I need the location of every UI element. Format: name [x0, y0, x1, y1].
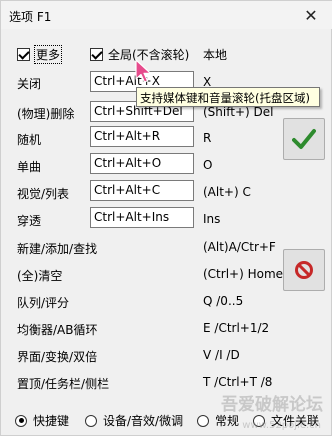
- row-label-random: 随机: [17, 133, 42, 147]
- row-label-single: 单曲: [17, 160, 42, 174]
- radio-hotkeys-label: 快捷键: [33, 414, 70, 428]
- row-label-equalizer-ab: 均衡器/AB循环: [17, 323, 98, 337]
- more-checkbox-label: 更多: [33, 45, 63, 64]
- row-label-passthrough: 穿透: [17, 214, 42, 228]
- local-header: 本地: [203, 48, 228, 62]
- row-label-delete: (物理)删除: [17, 107, 75, 121]
- row-label-new-add-find: 新建/添加/查找: [17, 242, 98, 256]
- mouse-cursor-icon: [135, 59, 152, 83]
- row-value-equalizer-ab: E /Ctrl+1/2: [203, 321, 270, 335]
- hotkey-field-single[interactable]: Ctrl+Alt+O: [90, 153, 194, 174]
- row-label-visual-list: 视觉/列表: [17, 187, 70, 201]
- radio-device-effects-dot[interactable]: [85, 414, 97, 427]
- row-label-queue-rate: 队列/评分: [17, 296, 70, 310]
- row-label-topmost-taskbar-sidebar: 置顶/任务栏/侧栏: [17, 377, 110, 391]
- radio-general-dot[interactable]: [197, 414, 209, 427]
- checkmark-icon: [292, 129, 316, 149]
- ok-button[interactable]: [283, 118, 325, 160]
- row-value-visual-list: (Alt+) C: [203, 185, 251, 199]
- close-icon: ✕: [304, 5, 318, 25]
- title-bar: 选项 F1 ✕: [1, 1, 332, 29]
- hotkey-field-passthrough[interactable]: Ctrl+Alt+Ins: [90, 207, 194, 228]
- options-window: 选项 F1 ✕ 更多 全局(不含滚轮) 本地 关闭 Ctrl+Alt+X X (…: [0, 0, 332, 436]
- row-value-clear: (Ctrl+) Home: [203, 267, 284, 281]
- global-checkbox-box[interactable]: [90, 48, 103, 61]
- row-label-ui-transform-double: 界面/变换/双倍: [17, 350, 98, 364]
- row-value-topmost-taskbar-sidebar: T /Ctrl+T /8: [203, 375, 273, 389]
- row-value-queue-rate: Q /0..5: [203, 294, 244, 308]
- row-value-random: R: [203, 131, 212, 145]
- radio-hotkeys[interactable]: 快捷键: [15, 412, 69, 429]
- radio-device-effects[interactable]: 设备/音效/微调: [85, 412, 183, 429]
- row-value-delete: (Shift+) Del: [203, 105, 274, 119]
- row-value-single: O: [203, 158, 213, 172]
- row-label-close: 关闭: [17, 77, 42, 91]
- tooltip: 支持媒体键和音量滚轮(托盘区域): [136, 87, 320, 107]
- row-value-ui-transform-double: V /I /D: [203, 348, 240, 362]
- watermark-url: www.52pojie.cn: [242, 420, 321, 431]
- hotkey-field-random[interactable]: Ctrl+Alt+R: [90, 126, 194, 147]
- more-checkbox[interactable]: 更多: [17, 45, 63, 64]
- row-label-clear: (全)清空: [17, 269, 63, 283]
- cancel-button[interactable]: [283, 249, 325, 291]
- more-checkbox-box[interactable]: [17, 48, 30, 61]
- no-entry-icon: [295, 261, 313, 279]
- radio-device-effects-label: 设备/音效/微调: [103, 414, 184, 428]
- row-value-passthrough: Ins: [203, 212, 221, 226]
- close-button[interactable]: ✕: [289, 1, 332, 29]
- watermark: 吾爱破解论坛: [221, 395, 323, 415]
- row-value-new-add-find: (Alt)A/Ctr+F: [203, 240, 276, 254]
- radio-hotkeys-dot[interactable]: [15, 414, 27, 427]
- window-title: 选项 F1: [9, 10, 52, 24]
- hotkey-field-visual-list[interactable]: Ctrl+Alt+C: [90, 180, 194, 201]
